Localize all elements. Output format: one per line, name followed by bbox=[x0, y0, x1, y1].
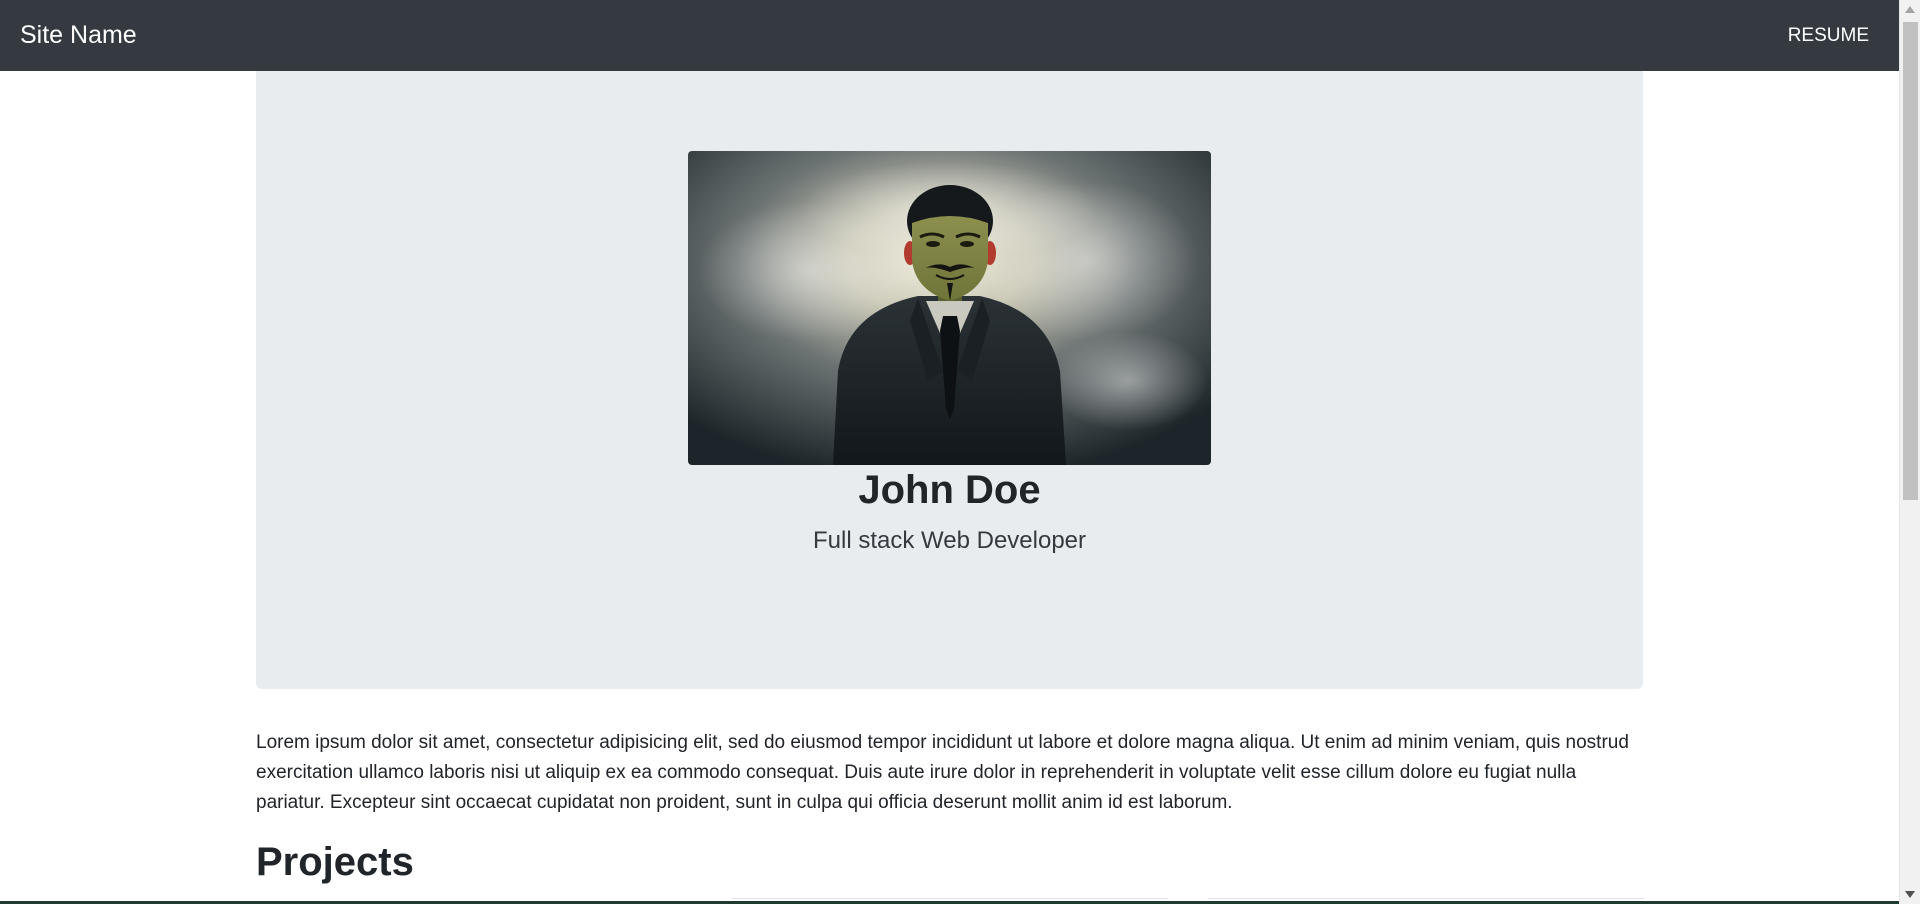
scroll-down-arrow-icon[interactable] bbox=[1905, 891, 1915, 898]
resume-link[interactable]: RESUME bbox=[1788, 25, 1869, 47]
top-navbar: Site Name RESUME bbox=[0, 0, 1899, 71]
scrollbar-thumb[interactable] bbox=[1903, 22, 1918, 500]
site-brand-link[interactable]: Site Name bbox=[20, 21, 137, 50]
hero-profile-image bbox=[688, 151, 1211, 465]
hero-role-subtitle: Full stack Web Developer bbox=[813, 527, 1086, 554]
hero-name-heading: John Doe bbox=[858, 468, 1041, 512]
vertical-scrollbar[interactable] bbox=[1899, 0, 1920, 904]
projects-heading: Projects bbox=[256, 840, 414, 884]
scroll-up-arrow-icon[interactable] bbox=[1905, 6, 1915, 13]
intro-paragraph: Lorem ipsum dolor sit amet, consectetur … bbox=[256, 732, 1629, 813]
hero-jumbotron: John Doe Full stack Web Developer bbox=[256, 71, 1643, 689]
